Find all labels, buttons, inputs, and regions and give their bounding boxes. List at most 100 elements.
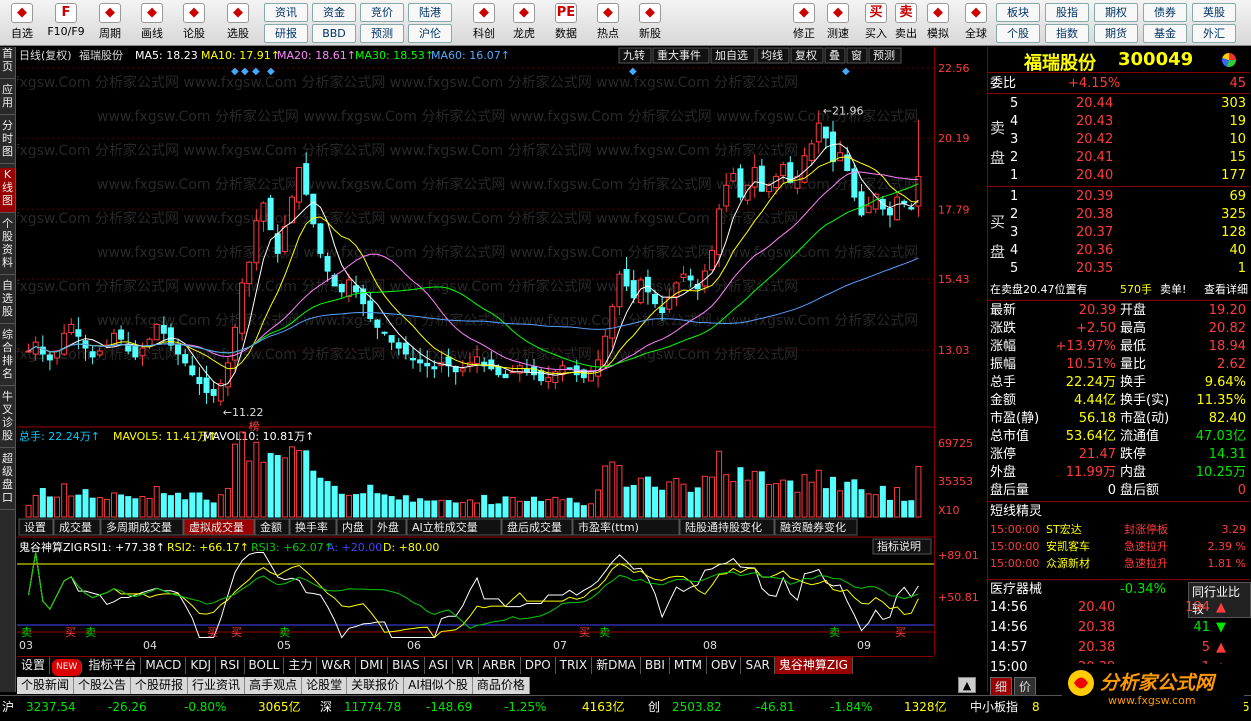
left-tab-7[interactable]: 牛 叉 诊 股: [0, 390, 15, 448]
price-axis: 22.56 20.19 17.79 15.43 13.03 69725 35353 X10 +8…: [934, 47, 979, 655]
toolbar-btn-8[interactable]: 板块: [996, 3, 1040, 22]
chart-up-icon: ◆: [473, 3, 495, 23]
collapse-button[interactable]: ▲: [958, 677, 976, 693]
volume-bar: [274, 455, 281, 518]
toolbar-btn-2[interactable]: 竞价: [360, 3, 404, 22]
toolbar-btn-12[interactable]: 英股: [1192, 3, 1236, 22]
candle-body: [374, 319, 381, 328]
indicator-tab[interactable]: SAR: [741, 657, 775, 674]
toolbar-btn-13[interactable]: 个股: [996, 24, 1040, 43]
left-tab-4[interactable]: 个 股 资 料: [0, 217, 15, 275]
indicator-tab[interactable]: BIAS: [388, 657, 425, 674]
left-tab-2[interactable]: 分 时 图: [0, 119, 15, 164]
indicator-tab[interactable]: W&R: [317, 657, 356, 674]
stat-row-cell: 内盘: [1120, 465, 1147, 480]
indicator-tab[interactable]: ARBR: [479, 657, 521, 674]
news-tab[interactable]: 关联报价: [347, 677, 405, 694]
toolbar-btn-7[interactable]: 沪伦: [408, 24, 452, 43]
toolbar-pe-button[interactable]: PE 数据: [546, 2, 586, 44]
toolbar-chart-up-button[interactable]: ◆ 科创: [464, 2, 504, 44]
indicator-tab[interactable]: DPO: [521, 657, 556, 674]
indicator-tab[interactable]: 指标平台: [84, 657, 142, 674]
toolbar-btn-6[interactable]: 预测: [360, 24, 404, 43]
left-tab-6[interactable]: 综 合 排 名: [0, 328, 15, 386]
view-detail-link[interactable]: 查看详细: [1204, 281, 1248, 299]
toolbar-btn-10[interactable]: 期权: [1094, 3, 1138, 22]
indicator-tab[interactable]: 新DMA: [592, 657, 641, 674]
indicator-tab[interactable]: RSI: [216, 657, 245, 674]
volume-bar: [716, 450, 723, 518]
toolbar-label: 全球: [965, 27, 987, 40]
news-tab[interactable]: 行业资讯: [188, 677, 246, 694]
toolbar-btn-15[interactable]: 期货: [1094, 24, 1138, 43]
toolbar-btn-3[interactable]: 陆港: [408, 3, 452, 22]
toolbar-select-button[interactable]: ◆ 选股: [218, 2, 258, 44]
left-tab-5[interactable]: 自 选 股: [0, 279, 15, 324]
indicator-tab[interactable]: MACD: [141, 657, 187, 674]
toolbar-btn-1[interactable]: 资金: [312, 3, 356, 22]
toolbar-dragon-tiger-button[interactable]: ◆ 龙虎: [504, 2, 544, 44]
indicator-tab[interactable]: 鬼谷神算ZIG: [774, 657, 853, 674]
stat-row-cell: 82.40: [1208, 411, 1246, 426]
indicator-tab[interactable]: VR: [453, 657, 479, 674]
indicator-tab[interactable]: TRIX: [556, 657, 593, 674]
news-tab[interactable]: AI相似个股: [404, 677, 473, 694]
indicator-tab[interactable]: 主力: [284, 657, 318, 674]
volume-bar: [345, 494, 352, 518]
toolbar-btn-17[interactable]: 外汇: [1192, 24, 1236, 43]
toolbar-new-stock-button[interactable]: ◆ 新股: [630, 2, 670, 44]
toolbar-hot-button[interactable]: ◆ 热点: [588, 2, 628, 44]
toolbar-label: 选股: [227, 27, 249, 40]
left-tab-0[interactable]: 首 页: [0, 47, 15, 79]
kline-chart[interactable]: www.fxgsw.Com 分析家公式网 www.fxgsw.Com 分析家公式…: [17, 47, 934, 655]
stat-row: 市盈(静) 56.18 市盈(动) 82.40: [988, 410, 1250, 428]
indicator-tab[interactable]: NEW: [52, 659, 83, 676]
divider: [988, 186, 1250, 187]
toolbar-btn-5[interactable]: BBD: [312, 24, 356, 43]
indicator-tab[interactable]: DMI: [356, 657, 389, 674]
pie-icon[interactable]: [1222, 53, 1236, 67]
news-tab[interactable]: 论股堂: [302, 677, 348, 694]
left-tab-1[interactable]: 应 用: [0, 83, 15, 115]
toolbar-pen-button[interactable]: ◆ 画线: [132, 2, 172, 44]
volume-bar: [331, 485, 338, 518]
toolbar-btn-0[interactable]: 资讯: [264, 3, 308, 22]
news-tab[interactable]: 个股研报: [131, 677, 189, 694]
indicator-tab[interactable]: OBV: [707, 657, 742, 674]
vol-tick-label: 69725: [938, 437, 973, 450]
toolbar-hammer-button[interactable]: ◆ 模拟: [918, 2, 958, 44]
toolbar-globe-button[interactable]: ◆ 全球: [956, 2, 996, 44]
toolbar-btn-16[interactable]: 基金: [1143, 24, 1187, 43]
toolbar-speed-button[interactable]: ◆ 测速: [818, 2, 858, 44]
volume-tab-label: 融资融券变化: [780, 520, 846, 534]
stat-row: 外盘 11.99万 内盘 10.25万: [988, 464, 1250, 482]
toolbar-btn-9[interactable]: 股指: [1045, 3, 1089, 22]
sub-tab-1[interactable]: 价: [1014, 677, 1037, 697]
indicator-tab[interactable]: MTM: [670, 657, 707, 674]
toolbar-btn-14[interactable]: 指数: [1045, 24, 1089, 43]
toolbar-star-button[interactable]: ◆ 自选: [2, 2, 42, 44]
toolbar-f10-button[interactable]: F F10/F9: [46, 2, 86, 44]
indicator-tab[interactable]: 设置: [17, 657, 51, 674]
candle-body: [531, 366, 538, 376]
toolbar-btn-4[interactable]: 研报: [264, 24, 308, 43]
volume-bar: [189, 492, 196, 518]
toolbar-btn-11[interactable]: 债券: [1143, 3, 1187, 22]
toolbar-clock-button[interactable]: ◆ 周期: [90, 2, 130, 44]
toolbar-discuss-button[interactable]: ◆ 论股: [174, 2, 214, 44]
news-tab[interactable]: 个股新闻: [17, 677, 75, 694]
news-tab[interactable]: 个股公告: [74, 677, 132, 694]
volume-bar: [125, 496, 132, 518]
news-tab[interactable]: 商品价格: [472, 677, 530, 694]
left-tab-3[interactable]: K 线 图: [0, 168, 15, 213]
left-tab-8[interactable]: 超 级 盘 口: [0, 452, 15, 510]
news-tab[interactable]: 高手观点: [245, 677, 303, 694]
indicator-tab[interactable]: BBI: [641, 657, 670, 674]
indicator-tab[interactable]: ASI: [425, 657, 454, 674]
bid-row: 2 20.38 325: [988, 206, 1250, 224]
weibi-row-cell: 委比: [990, 76, 1017, 91]
indicator-tab[interactable]: BOLL: [245, 657, 285, 674]
indicator-tab[interactable]: KDJ: [186, 657, 216, 674]
volume-bar: [32, 494, 39, 518]
volume-bar: [54, 496, 61, 518]
